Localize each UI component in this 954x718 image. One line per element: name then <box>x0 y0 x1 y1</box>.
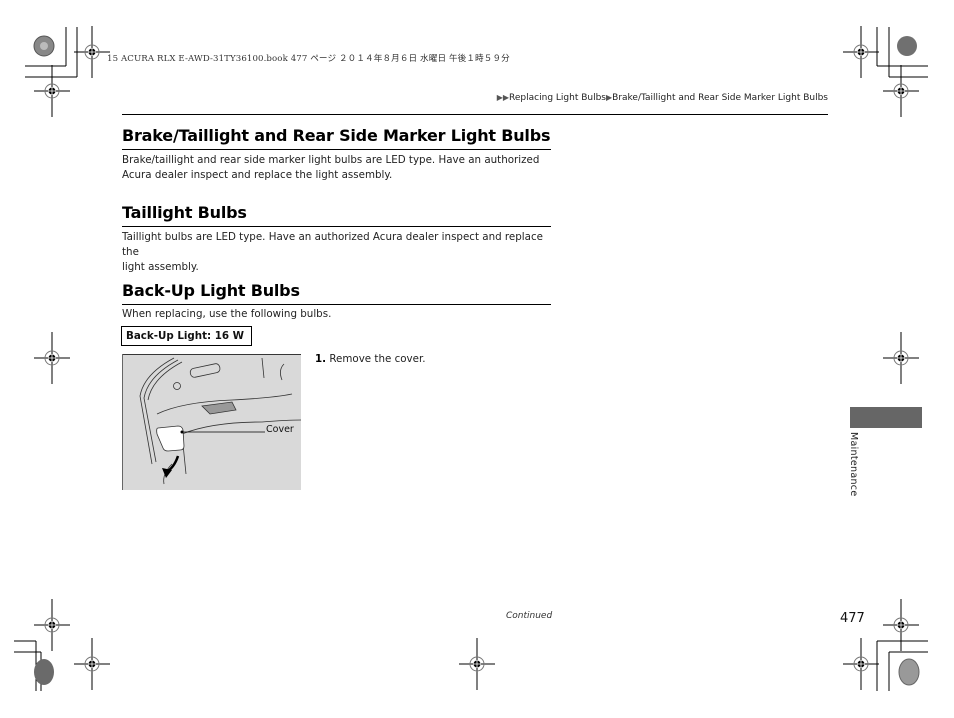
crosshair-icon <box>33 598 71 652</box>
step-1: 1. Remove the cover. <box>315 353 426 365</box>
section-rule <box>122 304 551 305</box>
page-number: 477 <box>840 611 865 626</box>
cover-removal-illustration: Cover <box>122 353 302 490</box>
cover-callout-label: Cover <box>266 424 294 435</box>
print-header: 15 ACURA RLX E-AWD-31TY36100.book 477 ペー… <box>107 54 510 64</box>
body-line: Acura dealer inspect and replace the lig… <box>122 169 393 181</box>
breadcrumb: ▶▶Replacing Light Bulbs▶Brake/Taillight … <box>497 93 828 103</box>
crosshair-icon <box>73 25 111 79</box>
registration-circle-icon <box>897 36 917 56</box>
section-title: Brake/Taillight and Rear Side Marker Lig… <box>122 126 551 145</box>
step-text: Remove the cover. <box>326 353 426 365</box>
bulb-spec-box: Back-Up Light: 16 W <box>121 326 252 346</box>
section-title: Taillight Bulbs <box>122 203 247 222</box>
crosshair-icon <box>33 331 71 385</box>
crosshair-icon <box>842 25 880 79</box>
crosshair-icon <box>33 64 71 118</box>
body-line: Taillight bulbs are LED type. Have an au… <box>122 231 543 258</box>
registration-circle-icon <box>34 659 54 685</box>
crosshair-icon <box>882 598 920 652</box>
double-triangle-right-icon: ▶▶ <box>496 93 510 102</box>
maintenance-section-tab[interactable] <box>850 407 922 428</box>
continued-label: Continued <box>506 611 553 621</box>
section-title: Back-Up Light Bulbs <box>122 281 300 300</box>
crosshair-icon <box>842 637 880 691</box>
crosshair-icon <box>73 637 111 691</box>
section-body: When replacing, use the following bulbs. <box>122 307 557 322</box>
body-line: light assembly. <box>122 261 199 273</box>
body-line: When replacing, use the following bulbs. <box>122 308 332 320</box>
breadcrumb-item[interactable]: Brake/Taillight and Rear Side Marker Lig… <box>612 93 828 103</box>
crosshair-icon <box>458 637 496 691</box>
section-rule <box>122 149 551 150</box>
section-body: Brake/taillight and rear side marker lig… <box>122 153 557 183</box>
section-body: Taillight bulbs are LED type. Have an au… <box>122 230 557 275</box>
crosshair-icon <box>882 331 920 385</box>
section-rule <box>122 226 551 227</box>
header-rule <box>122 114 828 115</box>
registration-circle-icon <box>898 658 920 686</box>
body-line: Brake/taillight and rear side marker lig… <box>122 154 540 166</box>
crosshair-icon <box>882 64 920 118</box>
breadcrumb-item[interactable]: Replacing Light Bulbs <box>509 93 606 103</box>
step-number: 1. <box>315 353 327 365</box>
maintenance-tab-label[interactable]: Maintenance <box>848 432 859 496</box>
